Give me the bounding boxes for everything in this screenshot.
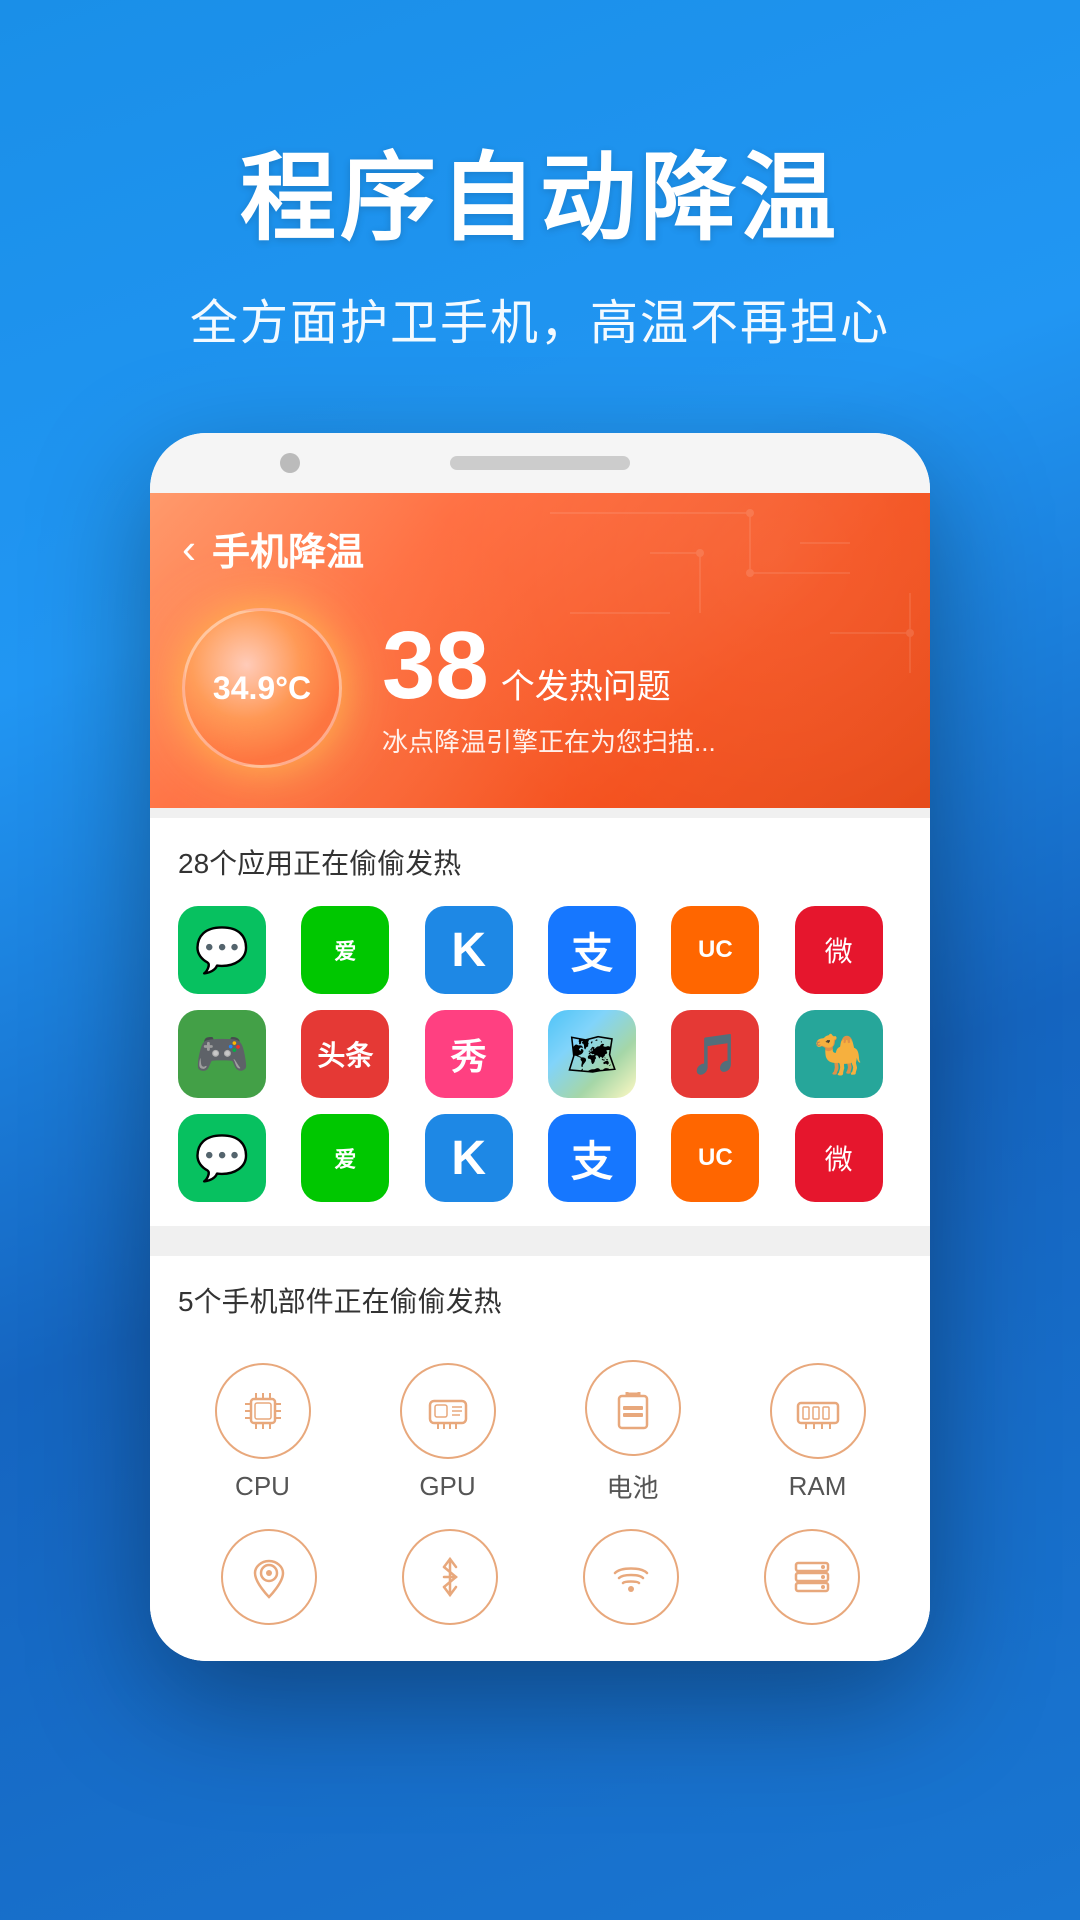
list-item[interactable]: 🐪: [795, 1010, 883, 1098]
phone-mockup: ‹ 手机降温 34.9°C 38 个发热问题 冰点降温引擎正在为您扫描...: [150, 433, 930, 1661]
storage-icon: [786, 1551, 838, 1603]
ram-icon-container: [770, 1363, 866, 1459]
gpu-icon-container: [400, 1363, 496, 1459]
divider: [150, 1236, 930, 1246]
apps-grid: 💬 爱 K 支 UC 微 🎮 头条 秀 🗺 🎵 🐪 💬 爱 K 支 UC 微: [178, 906, 902, 1202]
location-icon: [243, 1551, 295, 1603]
bluetooth-icon: [424, 1551, 476, 1603]
nav-row: ‹ 手机降温: [182, 521, 898, 576]
list-item[interactable]: 秀: [425, 1010, 513, 1098]
gpu-icon: [422, 1385, 474, 1437]
temp-content: 34.9°C 38 个发热问题 冰点降温引擎正在为您扫描...: [182, 608, 898, 768]
app-header: ‹ 手机降温 34.9°C 38 个发热问题 冰点降温引擎正在为您扫描...: [150, 493, 930, 808]
list-item[interactable]: 支: [548, 1114, 636, 1202]
list-item[interactable]: K: [425, 1114, 513, 1202]
hero-subtitle: 全方面护卫手机，高温不再担心: [60, 283, 1020, 353]
issues-description: 冰点降温引擎正在为您扫描...: [382, 722, 898, 759]
storage-icon-container: [764, 1529, 860, 1625]
hardware-section: 5个手机部件正在偷偷发热: [150, 1256, 930, 1661]
issues-number: 38: [382, 618, 489, 714]
list-item[interactable]: 爱: [301, 1114, 389, 1202]
list-item[interactable]: [583, 1529, 679, 1625]
issues-section: 38 个发热问题 冰点降温引擎正在为您扫描...: [382, 618, 898, 759]
list-item[interactable]: 微: [795, 1114, 883, 1202]
list-item[interactable]: K: [425, 906, 513, 994]
app-content: ‹ 手机降温 34.9°C 38 个发热问题 冰点降温引擎正在为您扫描...: [150, 493, 930, 1661]
list-item[interactable]: GPU: [400, 1363, 496, 1502]
wifi-icon-container: [583, 1529, 679, 1625]
battery-label: 电池: [606, 1468, 658, 1505]
ram-icon: [792, 1385, 844, 1437]
temperature-circle: 34.9°C: [182, 608, 342, 768]
list-item[interactable]: RAM: [770, 1363, 866, 1502]
list-item[interactable]: UC: [671, 906, 759, 994]
cpu-icon-container: [215, 1363, 311, 1459]
battery-icon: [607, 1382, 659, 1434]
list-item[interactable]: 头条: [301, 1010, 389, 1098]
issues-label: 个发热问题: [501, 659, 671, 708]
hero-title: 程序自动降温: [60, 120, 1020, 259]
location-icon-container: [221, 1529, 317, 1625]
phone-camera: [280, 453, 300, 473]
phone-top-bar: [150, 433, 930, 493]
hardware-section-label: 5个手机部件正在偷偷发热: [178, 1280, 902, 1320]
hero-section: 程序自动降温 全方面护卫手机，高温不再担心: [0, 0, 1080, 433]
list-item[interactable]: 🎵: [671, 1010, 759, 1098]
wifi-icon: [605, 1551, 657, 1603]
gpu-label: GPU: [419, 1471, 475, 1502]
list-item[interactable]: [764, 1529, 860, 1625]
list-item[interactable]: 爱: [301, 906, 389, 994]
list-item[interactable]: 💬: [178, 1114, 266, 1202]
list-item[interactable]: [221, 1529, 317, 1625]
bottom-icons-row: [178, 1521, 902, 1637]
list-item[interactable]: 电池: [585, 1360, 681, 1505]
list-item[interactable]: 💬: [178, 906, 266, 994]
temperature-value: 34.9°C: [213, 670, 311, 707]
list-item[interactable]: [402, 1529, 498, 1625]
list-item[interactable]: UC: [671, 1114, 759, 1202]
phone-speaker: [450, 456, 630, 470]
list-item[interactable]: 🎮: [178, 1010, 266, 1098]
nav-title: 手机降温: [212, 521, 364, 576]
components-grid: CPU: [178, 1344, 902, 1521]
list-item[interactable]: CPU: [215, 1363, 311, 1502]
apps-section-label: 28个应用正在偷偷发热: [178, 842, 902, 882]
list-item[interactable]: 支: [548, 906, 636, 994]
back-icon[interactable]: ‹: [182, 525, 196, 573]
apps-section: 28个应用正在偷偷发热 💬 爱 K 支 UC 微 🎮 头条 秀 🗺 🎵 🐪 💬 …: [150, 818, 930, 1226]
cpu-label: CPU: [235, 1471, 290, 1502]
list-item[interactable]: 微: [795, 906, 883, 994]
ram-label: RAM: [789, 1471, 847, 1502]
cpu-icon: [237, 1385, 289, 1437]
list-item[interactable]: 🗺: [548, 1010, 636, 1098]
battery-icon-container: [585, 1360, 681, 1456]
issues-count: 38 个发热问题: [382, 618, 898, 714]
bluetooth-icon-container: [402, 1529, 498, 1625]
